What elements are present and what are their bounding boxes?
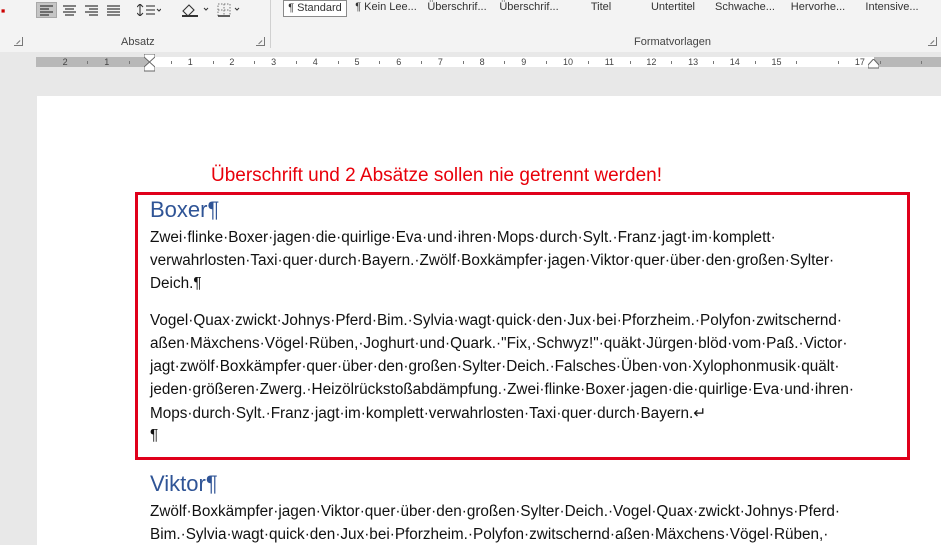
body-line[interactable]: Deich.¶ xyxy=(150,275,202,293)
shading-icon xyxy=(182,4,209,17)
ruler-right-margin xyxy=(874,57,941,67)
body-line[interactable]: Bim.·Sylvia·wagt·quick·den·Jux·bei·Pforz… xyxy=(150,526,828,544)
style-untertitel[interactable]: Untertitel xyxy=(638,0,708,17)
align-left-icon xyxy=(40,4,53,16)
body-line[interactable]: aßen·Mäxchens·Vögel·Rüben,·Joghurt·und·Q… xyxy=(150,335,848,353)
ruler-tick xyxy=(671,61,673,64)
ruler-number: 12 xyxy=(646,57,657,67)
style-ueberschrift-1[interactable]: Überschrif... xyxy=(422,0,492,17)
styles-group-label: Formatvorlagen xyxy=(634,36,712,48)
ruler-tick xyxy=(921,61,923,64)
line-spacing-icon xyxy=(137,4,161,16)
ruler-tick xyxy=(379,61,381,64)
ruler-number: 5 xyxy=(354,57,360,67)
ruler-tick xyxy=(337,61,339,64)
ruler-tick xyxy=(504,61,506,64)
align-left-button[interactable] xyxy=(36,2,57,18)
ruler-tick xyxy=(462,61,464,64)
ruler-number: 2 xyxy=(229,57,235,67)
ruler-tick xyxy=(295,61,297,64)
styles-gallery: ¶ Standard ¶ Kein Lee... Überschrif... Ü… xyxy=(280,0,941,18)
ruler-number: 7 xyxy=(437,57,443,67)
ruler-tick xyxy=(546,61,548,64)
ruler-left-margin xyxy=(36,57,150,67)
style-intensive-hervorhebung[interactable]: Intensive... xyxy=(856,0,928,17)
justify-button[interactable] xyxy=(103,2,123,18)
style-titel[interactable]: Titel xyxy=(566,0,636,17)
horizontal-ruler[interactable]: 2 1 1 2 3 4 5 6 7 8 9 10 11 12 13 14 15 17 xyxy=(0,52,941,72)
styles-dialog-launcher[interactable] xyxy=(928,37,937,46)
style-standard[interactable]: ¶ Standard xyxy=(283,0,347,17)
first-line-indent-marker[interactable] xyxy=(144,54,155,72)
ruler-tick xyxy=(170,61,172,64)
ribbon: ▪ Absatz ¶ Standard ¶ Kein Lee... Übersc… xyxy=(0,0,941,53)
ribbon-divider xyxy=(270,0,271,48)
ruler-number: 17 xyxy=(854,57,865,67)
ruler-tick xyxy=(212,61,214,64)
ruler-number: 15 xyxy=(771,57,782,67)
body-line[interactable]: jeden·größeren·Zwerg.·Heizölrückstoßabdä… xyxy=(150,381,854,399)
ruler-tick xyxy=(254,61,256,64)
ruler-number: 2 xyxy=(62,57,68,67)
right-indent-marker[interactable] xyxy=(868,59,879,69)
ruler-number: 1 xyxy=(104,57,110,67)
paragraph-mark: ¶ xyxy=(207,197,220,222)
align-right-button[interactable] xyxy=(81,2,101,18)
align-right-icon xyxy=(84,4,98,16)
ruler-tick xyxy=(421,61,423,64)
body-line[interactable]: Zwölf·Boxkämpfer·jagen·Viktor·quer·über·… xyxy=(150,503,840,521)
ruler-tick xyxy=(712,61,714,64)
ruler-tick xyxy=(587,61,589,64)
ruler-tick xyxy=(87,61,89,64)
annotation-text: Überschrift und 2 Absätze sollen nie get… xyxy=(211,165,662,186)
style-hervorhebung[interactable]: Hervorhe... xyxy=(782,0,854,17)
body-line[interactable]: Mops·durch·Sylt.·Franz·jagt·im·komplett·… xyxy=(150,404,706,423)
ruler-number: 4 xyxy=(312,57,318,67)
ruler-tick xyxy=(796,61,798,64)
ruler-tick xyxy=(129,61,131,64)
justify-icon xyxy=(106,4,120,16)
body-line[interactable]: Vogel·Quax·zwickt·Johnys·Pferd·Bim.·Sylv… xyxy=(150,312,842,330)
style-schwache-hervorhebung[interactable]: Schwache... xyxy=(710,0,780,17)
heading-boxer[interactable]: Boxer¶ xyxy=(150,197,219,223)
ruler-number: 10 xyxy=(563,57,574,67)
style-kein-leerraum[interactable]: ¶ Kein Lee... xyxy=(352,0,420,17)
ruler-tick xyxy=(629,61,631,64)
font-dialog-launcher[interactable] xyxy=(14,37,23,46)
line-spacing-button[interactable] xyxy=(134,2,164,18)
body-line[interactable]: ¶ xyxy=(150,427,158,445)
align-center-icon xyxy=(62,4,76,16)
ruler-tick xyxy=(754,61,756,64)
partial-icon[interactable]: ▪ xyxy=(0,2,6,18)
ruler-number: 14 xyxy=(729,57,740,67)
style-ueberschrift-2[interactable]: Überschrif... xyxy=(494,0,564,17)
body-line[interactable]: verwahrlosten·Taxi·quer·durch·Bayern.·Zw… xyxy=(150,252,834,270)
body-line[interactable]: Zwei·flinke·Boxer·jagen·die·quirlige·Eva… xyxy=(150,229,776,247)
ruler-number: 1 xyxy=(187,57,193,67)
paragraph-mark: ¶ xyxy=(205,471,218,496)
body-line[interactable]: jagt·zwölf·Boxkämpfer·quer·über·den·groß… xyxy=(150,358,839,376)
ruler-number: 6 xyxy=(396,57,402,67)
align-center-button[interactable] xyxy=(59,2,79,18)
paragraph-dialog-launcher[interactable] xyxy=(256,37,265,46)
ruler-number: 8 xyxy=(479,57,485,67)
paragraph-group-label: Absatz xyxy=(121,36,155,48)
borders-icon xyxy=(217,3,240,17)
ruler-number: 11 xyxy=(604,57,615,67)
heading-viktor[interactable]: Viktor¶ xyxy=(150,471,218,497)
ruler-number: 13 xyxy=(688,57,699,67)
borders-button[interactable] xyxy=(216,2,244,18)
ruler-number: 3 xyxy=(271,57,277,67)
ruler-number: 9 xyxy=(521,57,527,67)
shading-button[interactable] xyxy=(178,2,212,18)
ruler-tick xyxy=(879,61,881,64)
ruler-tick xyxy=(838,61,840,64)
